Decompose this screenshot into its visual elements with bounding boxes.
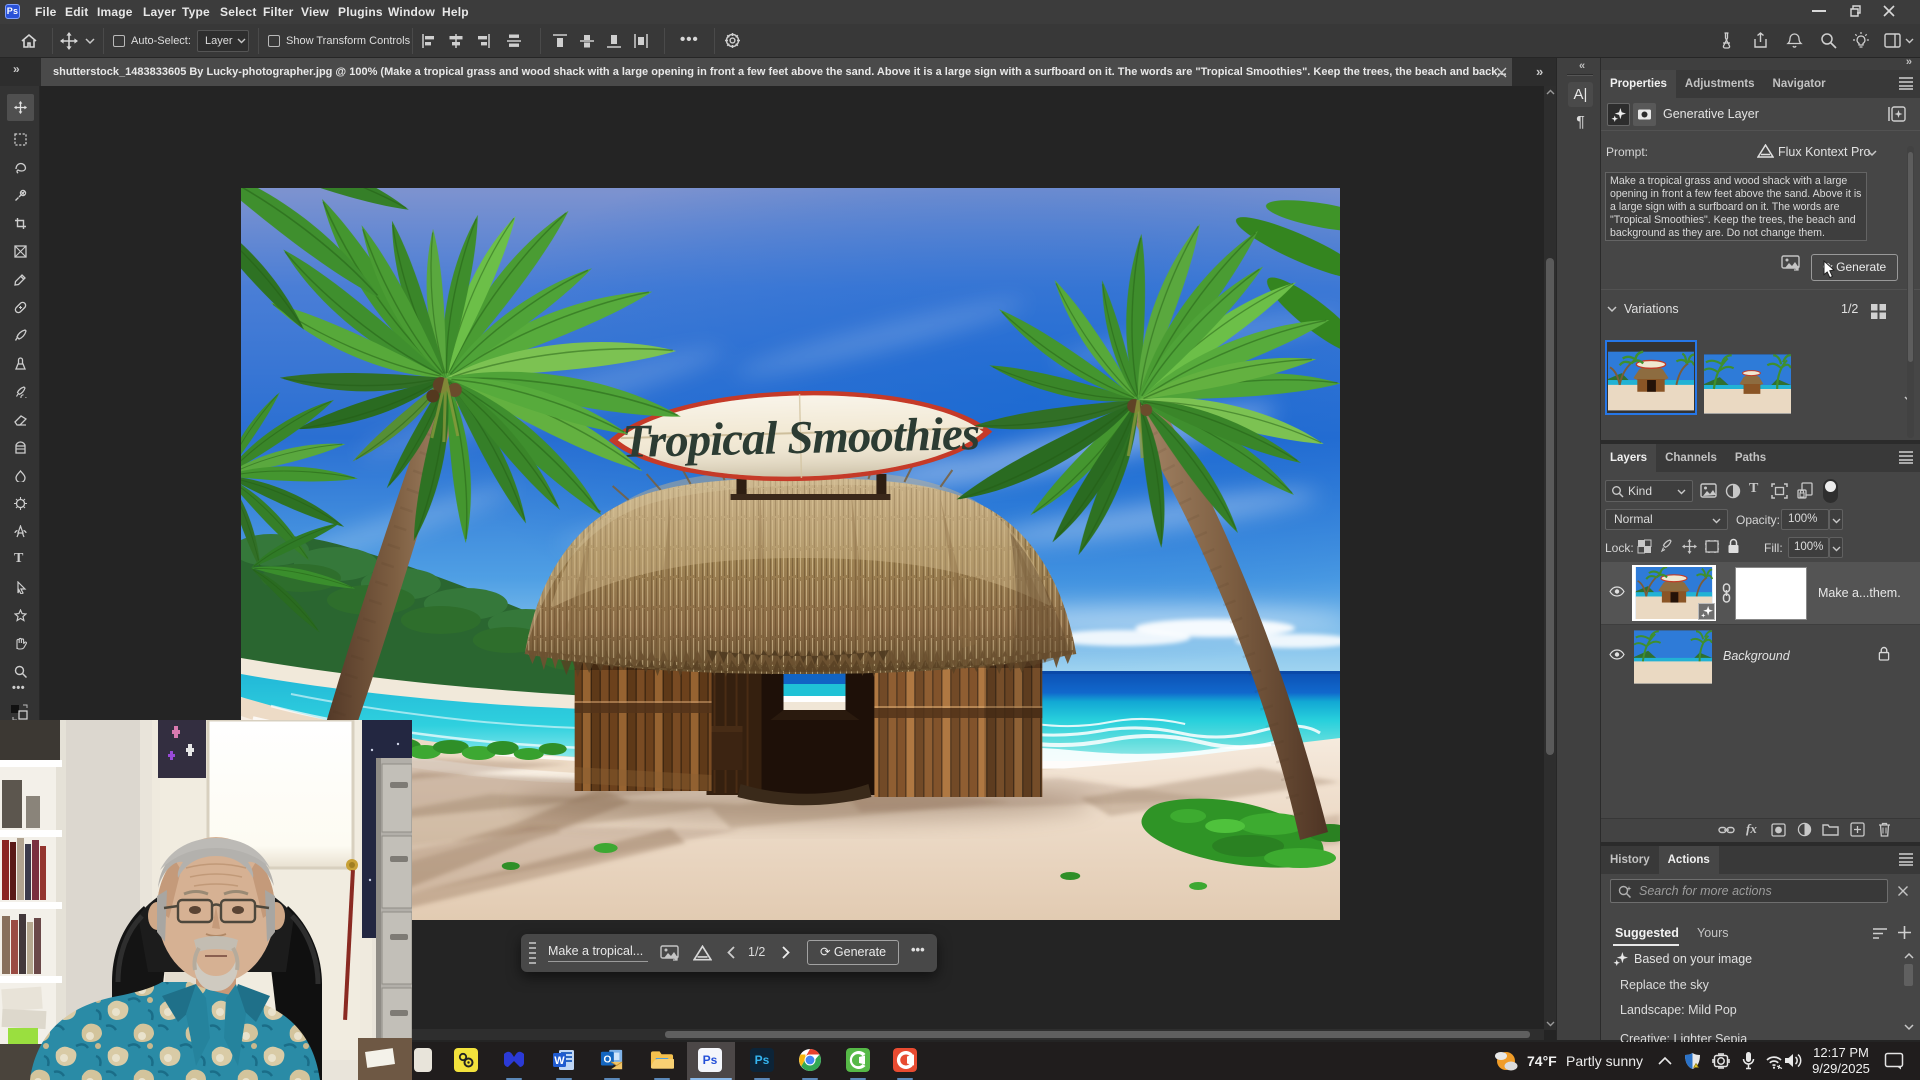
svg-text:Tropical Smoothies: Tropical Smoothies xyxy=(621,408,979,468)
svg-text:W: W xyxy=(554,1055,565,1067)
svg-text:O: O xyxy=(603,1054,611,1065)
